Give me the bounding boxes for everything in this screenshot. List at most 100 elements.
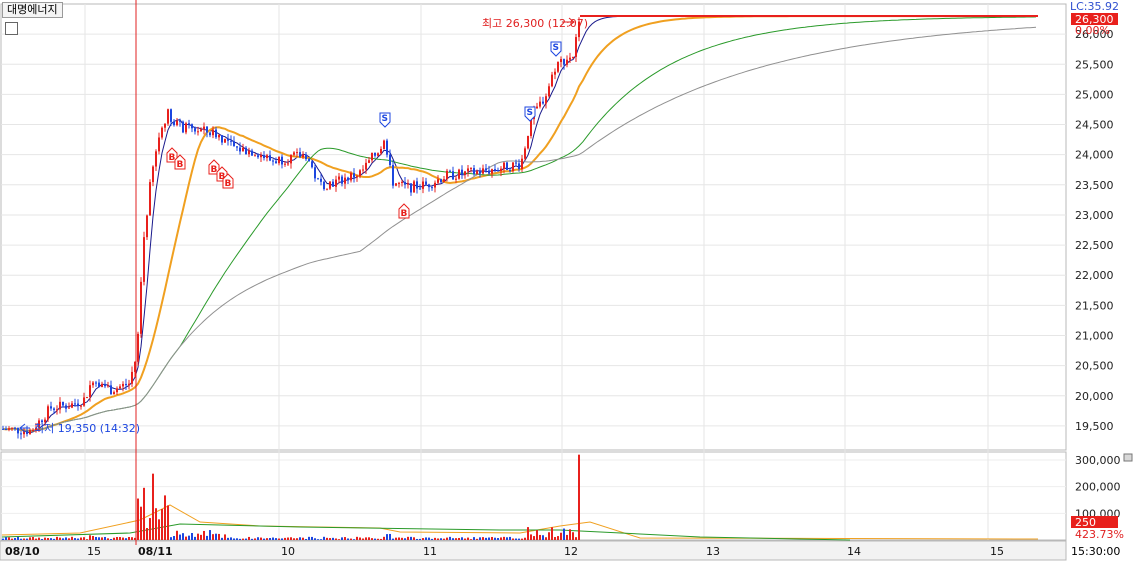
volume-bar [326, 537, 328, 540]
volume-bar [497, 538, 499, 540]
volume-bar [185, 536, 187, 540]
volume-bar [359, 537, 361, 540]
candle-body [503, 162, 505, 169]
volume-bar [542, 535, 544, 540]
price-tick-label: 20,500 [1075, 360, 1114, 373]
volume-bar [524, 537, 526, 540]
candle-body [569, 57, 571, 60]
volume-bar [146, 528, 148, 540]
candle-body [356, 176, 358, 178]
volume-bar [554, 537, 556, 540]
candle-body [374, 153, 376, 156]
volume-bar [71, 536, 73, 540]
candle-body [53, 408, 55, 410]
candle-body [128, 383, 130, 386]
volume-bar [572, 532, 574, 540]
candle-body [176, 120, 178, 126]
volume-pane-button[interactable] [1123, 453, 1133, 462]
candle-body [428, 184, 430, 188]
candle-body [260, 155, 262, 158]
candle-body [14, 427, 16, 429]
candle-body [86, 397, 88, 399]
volume-bar [257, 537, 259, 540]
volume-bar [533, 536, 535, 540]
candle-body [29, 430, 31, 435]
volume-bar [161, 509, 163, 540]
candle-body [479, 171, 481, 174]
candle-body [146, 215, 148, 238]
candle-body [461, 169, 463, 175]
price-tick-label: 22,000 [1075, 269, 1114, 282]
candle-body [83, 397, 85, 406]
candle-body [536, 106, 538, 109]
volume-bar [23, 538, 25, 540]
volume-bar [335, 538, 337, 540]
volume-bar [11, 538, 13, 540]
candle-body [323, 181, 325, 190]
candle-body [5, 429, 7, 431]
candle-body [269, 155, 271, 161]
candle-body [521, 158, 523, 170]
volume-bar [119, 537, 121, 540]
candle-body [560, 59, 562, 63]
volume-bar [416, 538, 418, 540]
candle-body [437, 179, 439, 183]
volume-bar [446, 537, 448, 540]
chart-canvas[interactable]: BB BBBBSSS 26,00025,50025,00024,50024,000… [0, 0, 1135, 561]
volume-bar [128, 537, 130, 540]
volume-bar [122, 537, 124, 540]
candle-body [425, 181, 427, 185]
volume-bar [254, 538, 256, 540]
volume-bar [434, 537, 436, 540]
candle-body [509, 170, 511, 172]
price-tick-label: 22,500 [1075, 239, 1114, 252]
candle-body [113, 392, 115, 395]
candle-body [215, 129, 217, 138]
volume-bar [380, 538, 382, 540]
volume-bar [560, 532, 562, 540]
candle-body [329, 181, 331, 189]
volume-bar [386, 534, 388, 540]
candle-body [575, 37, 577, 57]
candle-body [302, 154, 304, 158]
candle-body [320, 178, 322, 182]
candle-body [59, 401, 61, 410]
candle-body [434, 182, 436, 188]
chart-window: BBBBBBSSS 26,000 25,500 25,000 24,500 24,000… [0, 0, 1135, 561]
stock-name-label[interactable]: 대명에너지 [2, 2, 63, 18]
candle-body [359, 170, 361, 177]
candle-body [206, 126, 208, 133]
volume-bar [80, 537, 82, 540]
volume-bar [140, 506, 142, 540]
candle-body [344, 177, 346, 184]
candle-body [416, 181, 418, 189]
volume-bar [521, 538, 523, 540]
time-tick-label: 13 [706, 545, 720, 558]
volume-bar [35, 538, 37, 540]
volume-bar [272, 537, 274, 540]
candle-body [140, 281, 142, 334]
volume-bar [215, 533, 217, 540]
candle-body [203, 126, 205, 130]
candle-body [89, 385, 91, 398]
candle-body [278, 156, 280, 164]
candle-body [200, 129, 202, 132]
volume-bar [209, 530, 211, 540]
candle-body [104, 383, 106, 387]
price-tick-label: 20,000 [1075, 390, 1114, 403]
candle-body [173, 121, 175, 126]
volume-bar [419, 538, 421, 540]
candle-body [485, 168, 487, 171]
volume-bar [431, 538, 433, 540]
grid-toggle-icon[interactable] [5, 22, 18, 35]
volume-bar [401, 537, 403, 540]
volume-bar [152, 473, 154, 540]
volume-bar [551, 527, 553, 540]
volume-bar [395, 537, 397, 540]
candle-body [263, 155, 265, 159]
volume-ratio-tag: 423.73% [1075, 528, 1124, 541]
volume-bar [473, 537, 475, 540]
time-tick-label: 14 [847, 545, 861, 558]
volume-bar [461, 537, 463, 540]
candle-body [17, 427, 19, 434]
